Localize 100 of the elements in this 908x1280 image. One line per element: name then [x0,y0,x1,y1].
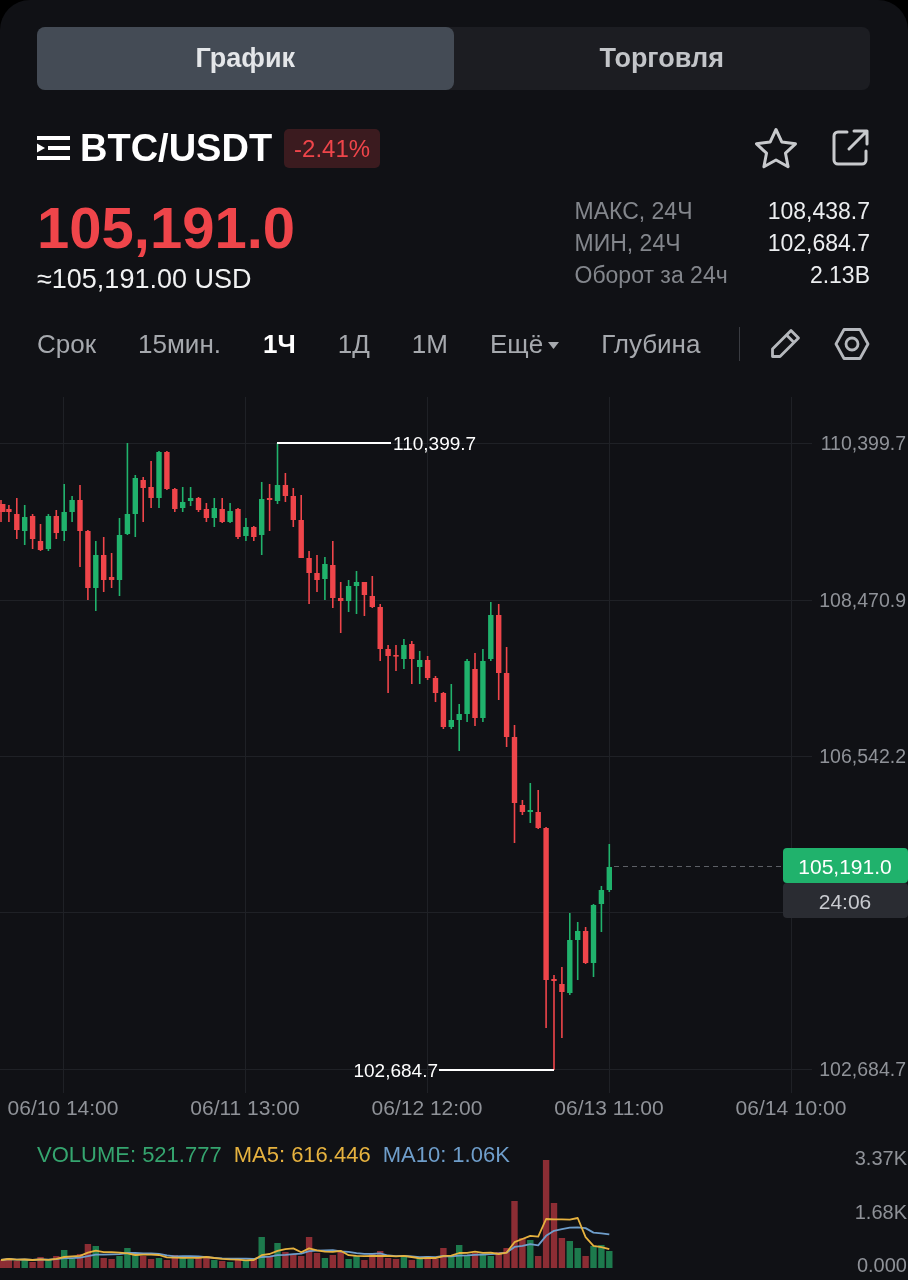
stat-label: Оборот за 24ч [574,261,728,290]
rising-candle [448,683,454,730]
star-icon[interactable] [754,127,798,169]
rising-candle [45,513,52,552]
rising-candle [156,450,162,509]
falling-candle [338,581,344,634]
rising-candle [93,540,99,612]
toolbar-tab[interactable]: 1Д [337,328,370,360]
view-tab[interactable]: График [37,27,454,90]
rising-volume-bar [92,1246,99,1268]
rising-candle [488,601,494,662]
volume-axis-label: 0.000 [856,1254,907,1276]
list-icon[interactable] [37,136,70,160]
time-axis-label: 06/14 10:00 [735,1095,847,1119]
falling-candle [330,540,336,609]
falling-volume-bar [53,1256,60,1268]
rising-candle [69,495,75,523]
rising-candle [22,504,28,546]
rising-candle [527,782,533,824]
toolbar-tab[interactable]: 15мин. [138,328,221,360]
toolbar-tab[interactable]: Глубина [601,328,701,360]
rising-volume-bar [416,1258,423,1268]
falling-volume-bar [266,1256,273,1268]
price-axis-label: 106,542.2 [819,745,906,767]
falling-candle [377,603,383,662]
falling-candle [14,497,20,540]
rising-candle [417,650,423,685]
last-price: 105,191.0 [37,198,296,258]
stat-label: МАКС, 24Ч [574,197,694,226]
time-axis-label: 06/13 11:00 [554,1095,664,1119]
rising-volume-bar [321,1258,329,1268]
time-axis-label: 06/10 14:00 [7,1095,119,1119]
falling-candle [53,509,59,540]
rising-candle [61,483,67,542]
falling-candle [582,926,589,965]
falling-volume-bar [471,1253,479,1268]
view-tab[interactable]: Торговля [453,27,870,90]
rising-volume-bar [400,1257,408,1268]
falling-candle [314,554,320,593]
rising-volume-bar [45,1260,52,1268]
price-axis-label: 110,399.7 [820,432,906,454]
pair-symbol: BTC/USDT [80,128,273,168]
falling-candle [85,529,91,601]
falling-candle [298,494,304,559]
more-dropdown[interactable]: Ещё [489,328,560,360]
rising-volume-bar [226,1262,234,1268]
rising-candle [211,497,217,528]
falling-volume-bar [582,1256,589,1268]
candle-countdown: 24:06 [783,883,908,918]
time-axis-label: 06/12 12:00 [371,1095,483,1119]
price-axis-label: 108,470.9 [819,589,906,611]
falling-candle [235,507,241,540]
fiat-price: ≈105,191.00 USD [37,264,253,294]
rising-volume-bar [527,1240,534,1268]
rising-candle [401,638,407,670]
external-link-icon[interactable] [830,128,870,168]
rising-volume-bar [155,1258,163,1268]
pencil-icon[interactable] [768,327,802,361]
rising-volume-bar [274,1243,281,1268]
settings-icon[interactable] [834,327,870,361]
falling-candle [172,487,178,513]
volume-axis-label: 3.37K [854,1147,907,1169]
stat-label: МИН, 24Ч [574,229,682,258]
rising-candle [243,517,249,542]
falling-candle [266,483,273,532]
falling-volume-bar [408,1260,415,1268]
falling-candle [251,525,257,542]
volume-legend-label: VOLUME: 521.777 [37,1142,222,1168]
stat-value: 2.13B [808,261,870,290]
volume-legend-label: MA5: 616.446 [233,1142,371,1168]
falling-candle [140,476,146,523]
falling-candle [409,640,415,685]
high-price-label: 110,399.7 [393,432,477,454]
rising-candle [274,442,281,505]
rising-candle [575,921,581,981]
rising-volume-bar [258,1237,265,1268]
toolbar-tab[interactable]: Срок [37,328,97,360]
stat-value: 108,438.7 [767,197,870,226]
current-price-tag: 105,191.0 [783,848,908,883]
falling-candle [385,644,391,694]
volume-legend-label: MA10: 1.06K [382,1142,510,1168]
toolbar-tab[interactable]: 1Ч [263,328,296,360]
rising-volume-bar [242,1260,250,1268]
time-axis-label: 06/11 13:00 [190,1095,300,1119]
falling-volume-bar [234,1259,242,1268]
volume-axis-label: 1.68K [854,1201,907,1223]
falling-candle [219,497,225,524]
rising-candle [464,658,470,723]
stat-value: 102,684.7 [767,229,870,258]
rising-candle [456,703,462,752]
falling-volume-bar [219,1261,226,1268]
rising-candle [227,502,233,524]
rising-candle [322,556,328,601]
toolbar-tab[interactable]: 1М [411,328,448,360]
falling-candle [393,644,399,672]
falling-candle [306,550,312,605]
rising-volume-bar [211,1260,218,1268]
falling-candle [164,450,170,491]
rising-volume-bar [21,1259,28,1268]
low-price-label: 102,684.7 [353,1059,438,1081]
